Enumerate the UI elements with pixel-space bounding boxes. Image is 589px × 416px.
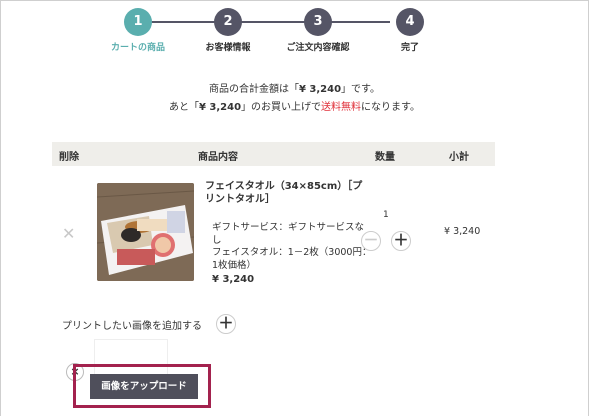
product-options: ギフトサービス：ギフトサービスなし フェイスタオル：1－2枚（3000円：1枚価… — [212, 222, 372, 272]
plus-icon: ＋ — [393, 231, 409, 249]
shipping-suffix: になります。 — [361, 102, 421, 113]
option-quantity-price: フェイスタオル：1－2枚（3000円：1枚価格） — [212, 247, 372, 271]
step-label: カートの商品 — [110, 43, 165, 53]
header-product: 商品内容 — [198, 152, 238, 163]
total-amount: ¥ 3,240 — [298, 84, 342, 95]
step-customer-info: 2 お客様情報 — [178, 8, 278, 53]
step-complete: 4 完了 — [360, 8, 460, 53]
quantity-value: 1 — [383, 210, 389, 220]
step-number: 3 — [304, 8, 332, 36]
total-amount-line: 商品の合計金額は「¥ 3,240」です。 — [0, 80, 589, 95]
step-label: ご注文内容確認 — [286, 43, 350, 53]
close-icon[interactable]: ✕ — [62, 224, 75, 243]
minus-icon: － — [363, 231, 379, 249]
plus-icon: ＋ — [218, 314, 234, 332]
product-name[interactable]: フェイスタオル（34×85cm）［プリントタオル］ — [205, 180, 370, 206]
option-gift: ギフトサービス：ギフトサービスなし — [212, 222, 365, 246]
step-label: お客様情報 — [205, 43, 251, 53]
header-delete: 削除 — [59, 152, 79, 163]
step-number: 2 — [214, 8, 242, 36]
shipping-mid: 」のお買い上げで — [241, 102, 322, 113]
add-image-button[interactable]: ＋ — [216, 314, 236, 334]
checkout-steps: 1 カートの商品 2 お客様情報 3 ご注文内容確認 4 完了 — [100, 8, 440, 58]
page-frame — [0, 0, 589, 416]
product-price: ¥ 3,240 — [212, 274, 255, 285]
add-image-label: プリントしたい画像を追加する — [62, 321, 202, 332]
upload-image-button[interactable]: 画像をアップロード — [90, 374, 198, 399]
remaining-amount: ¥ 3,240 — [198, 102, 242, 113]
header-subtotal: 小計 — [449, 152, 469, 163]
towel-photo — [97, 183, 194, 281]
increase-quantity-button[interactable]: ＋ — [391, 231, 411, 251]
step-number: 4 — [396, 8, 424, 36]
step-cart: 1 カートの商品 — [88, 8, 188, 53]
total-suffix: 」です。 — [341, 84, 381, 95]
free-shipping-label: 送料無料 — [321, 102, 362, 113]
free-shipping-line: あと「¥ 3,240」のお買い上げで送料無料になります。 — [0, 98, 589, 113]
total-prefix: 商品の合計金額は「 — [208, 84, 299, 95]
product-image — [97, 183, 194, 281]
decrease-quantity-button[interactable]: － — [361, 231, 381, 251]
header-quantity: 数量 — [375, 152, 395, 163]
step-label: 完了 — [400, 43, 419, 53]
step-confirm: 3 ご注文内容確認 — [268, 8, 368, 53]
shipping-prefix: あと「 — [168, 102, 199, 113]
step-number: 1 — [124, 8, 152, 36]
cart-table-header: 削除 商品内容 数量 小計 — [52, 142, 495, 166]
row-subtotal: ¥ 3,240 — [444, 226, 481, 237]
